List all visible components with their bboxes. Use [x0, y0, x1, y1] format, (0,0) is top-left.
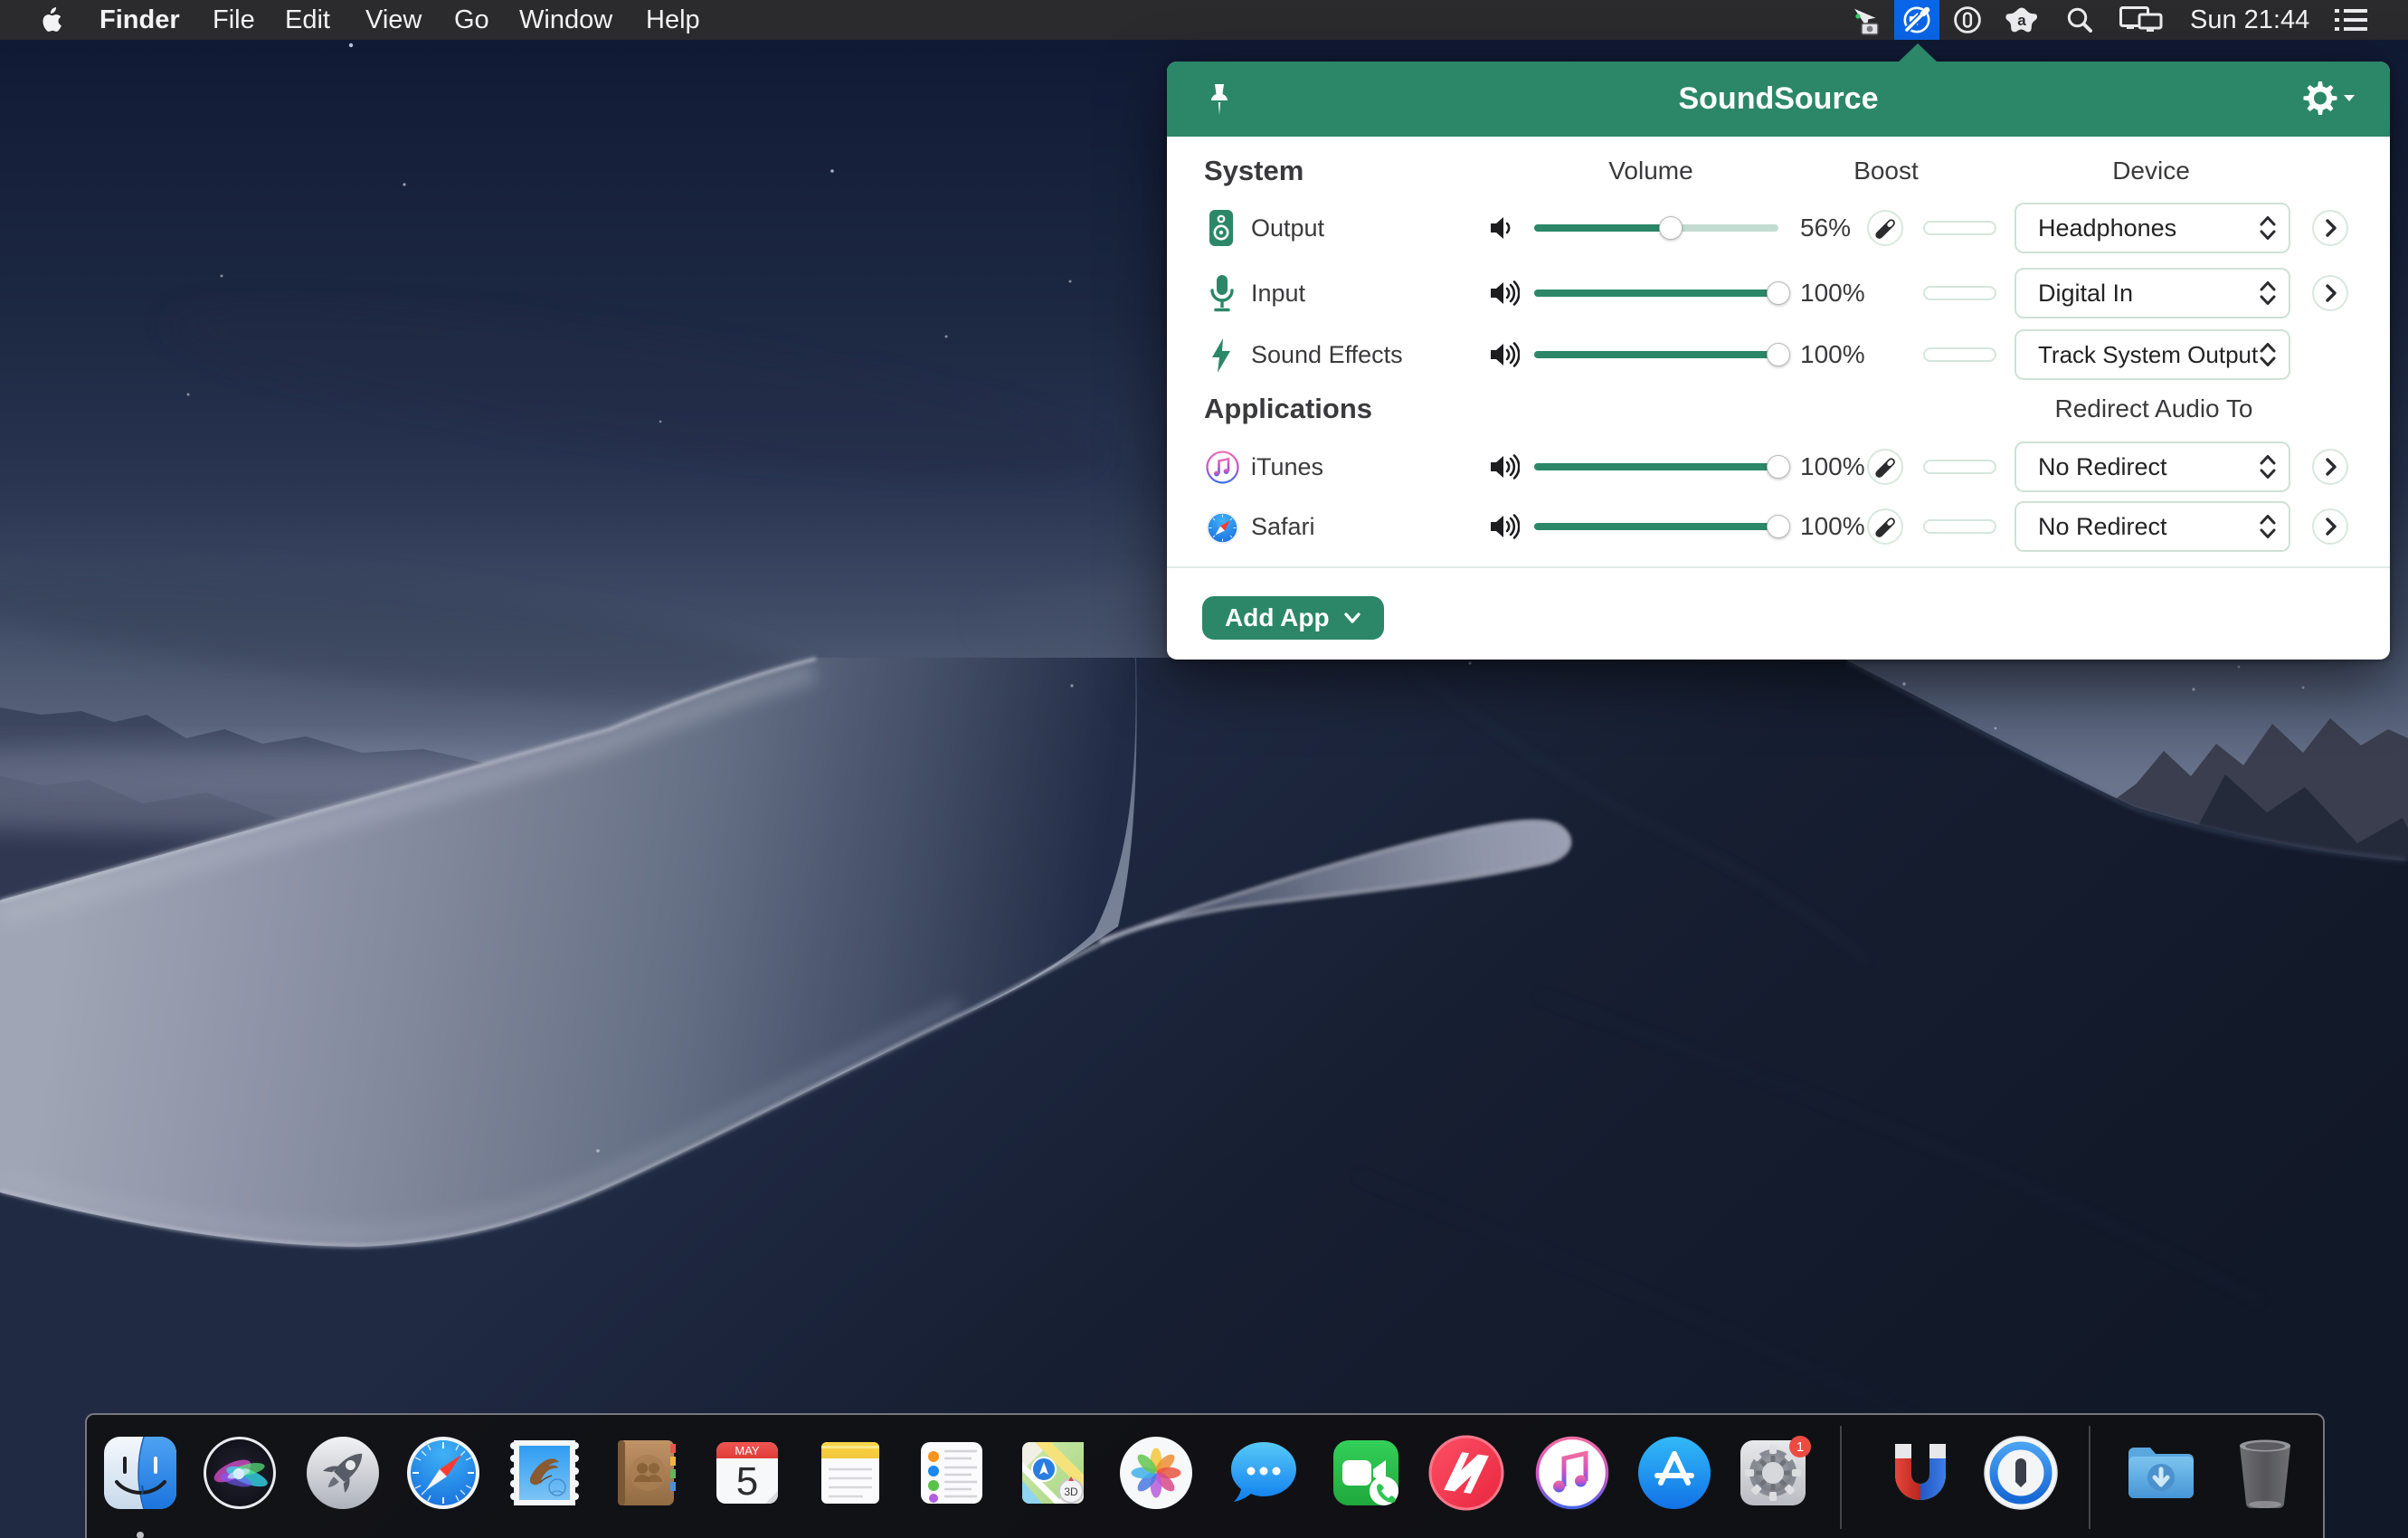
svg-text:3D: 3D	[1064, 1486, 1078, 1498]
svg-text:1: 1	[1797, 1439, 1804, 1455]
svg-text:5: 5	[736, 1459, 758, 1504]
svg-text:a: a	[2017, 12, 2026, 29]
svg-text:MAY: MAY	[735, 1444, 760, 1457]
